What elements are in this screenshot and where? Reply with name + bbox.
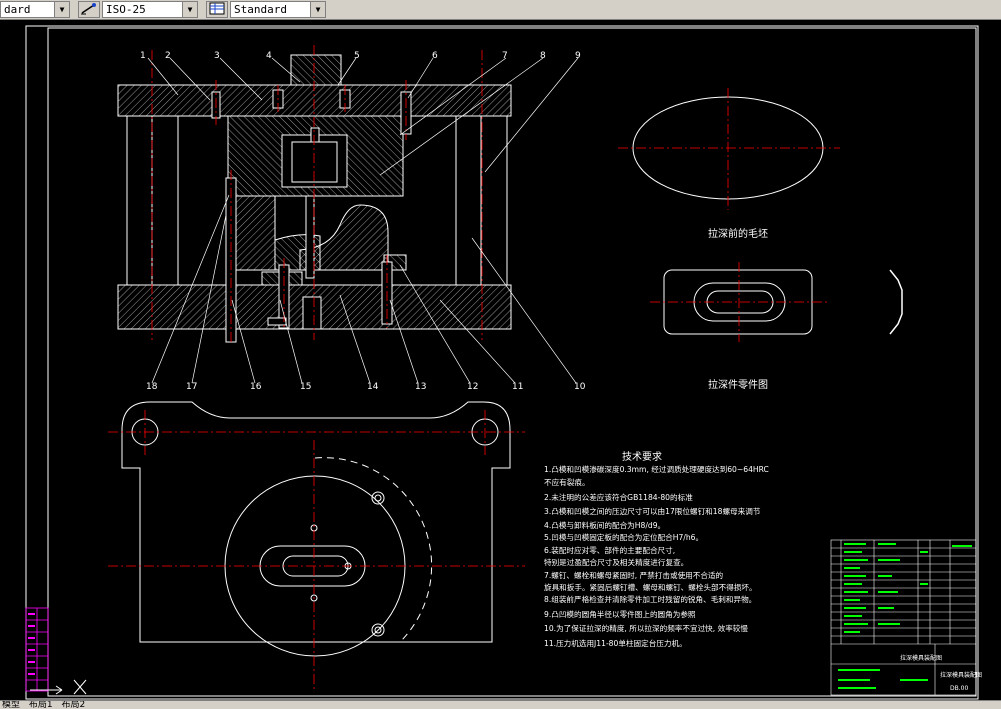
svg-text:17: 17 bbox=[186, 382, 197, 392]
tab-layout2[interactable]: 布局2 bbox=[62, 701, 86, 709]
svg-text:4: 4 bbox=[266, 51, 272, 61]
svg-text:4.凸模与卸料板间的配合为H8/d9。: 4.凸模与卸料板间的配合为H8/d9。 bbox=[544, 520, 665, 530]
ucs-axis-icon bbox=[30, 679, 87, 695]
svg-text:8.组装前严格检查并清除零件加工时残留的锐角、毛刺和异物。: 8.组装前严格检查并清除零件加工时残留的锐角、毛刺和异物。 bbox=[544, 594, 756, 604]
svg-text:2: 2 bbox=[165, 51, 171, 61]
svg-text:1: 1 bbox=[140, 51, 146, 61]
svg-text:1.凸模和凹模渗碳深度0.3mm, 经过调质处理硬度达到60: 1.凸模和凹模渗碳深度0.3mm, 经过调质处理硬度达到60~64HRC bbox=[544, 464, 769, 474]
title-block-drawing-no: DB.00 bbox=[950, 685, 968, 692]
svg-text:10.为了保证拉深的精度, 所以拉深的频率不宜过快, 效率较: 10.为了保证拉深的精度, 所以拉深的频率不宜过快, 效率较慢 bbox=[544, 623, 748, 633]
svg-text:7.螺钉、螺栓和螺母紧固时, 严禁打击或使用不合适的: 7.螺钉、螺栓和螺母紧固时, 严禁打击或使用不合适的 bbox=[544, 570, 724, 580]
dimstyle-combo-value: ISO-25 bbox=[106, 3, 146, 16]
toolbar: dard ▼ ISO-25 ▼ Standard ▼ bbox=[0, 0, 1001, 20]
chevron-down-icon[interactable]: ▼ bbox=[54, 2, 69, 17]
blank-view[interactable] bbox=[618, 88, 840, 210]
svg-text:不应有裂痕。: 不应有裂痕。 bbox=[544, 477, 590, 487]
svg-text:10: 10 bbox=[574, 382, 586, 392]
svg-text:13: 13 bbox=[415, 382, 426, 392]
tab-model[interactable]: 模型 bbox=[2, 701, 20, 709]
svg-text:11: 11 bbox=[512, 382, 523, 392]
blank-label: 拉深前的毛坯 bbox=[708, 227, 768, 240]
layer-combo-value: dard bbox=[4, 3, 31, 16]
tech-requirements: 1.凸模和凹模渗碳深度0.3mm, 经过调质处理硬度达到60~64HRC 不应有… bbox=[544, 464, 769, 648]
part-label: 拉深件零件图 bbox=[708, 378, 768, 391]
svg-text:3: 3 bbox=[214, 51, 220, 61]
textstyle-combo[interactable]: Standard ▼ bbox=[230, 1, 326, 18]
svg-text:15: 15 bbox=[300, 382, 311, 392]
svg-text:18: 18 bbox=[146, 382, 158, 392]
svg-text:9.凸凹模的圆角半径以零件图上的圆角为参照: 9.凸凹模的圆角半径以零件图上的圆角为参照 bbox=[544, 609, 696, 619]
svg-text:14: 14 bbox=[367, 382, 379, 392]
chevron-down-icon[interactable]: ▼ bbox=[182, 2, 197, 17]
svg-text:2.未注明的公差应该符合GB1184-80的标准: 2.未注明的公差应该符合GB1184-80的标准 bbox=[544, 492, 693, 502]
svg-text:16: 16 bbox=[250, 382, 262, 392]
svg-text:12: 12 bbox=[467, 382, 478, 392]
table-style-icon[interactable] bbox=[206, 1, 228, 18]
svg-text:9: 9 bbox=[575, 51, 581, 61]
svg-text:6.装配时应对零、部件的主要配合尺寸,: 6.装配时应对零、部件的主要配合尺寸, bbox=[544, 545, 675, 555]
title-block-company: 拉深模具装配图 bbox=[940, 671, 982, 679]
dimstyle-combo[interactable]: ISO-25 ▼ bbox=[102, 1, 198, 18]
assembly-plan-view[interactable] bbox=[121, 401, 511, 657]
parts-list-entries bbox=[838, 543, 972, 689]
dimension-style-icon[interactable] bbox=[78, 1, 100, 18]
svg-text:5.凹模与凹模固定板的配合为定位配合H7/h6。: 5.凹模与凹模固定板的配合为定位配合H7/h6。 bbox=[544, 532, 703, 542]
drawing-canvas[interactable]: 1 2 3 4 5 6 7 8 9 10 11 12 13 14 15 16 1… bbox=[0, 20, 1001, 700]
plan-centerlines bbox=[108, 410, 525, 690]
chevron-down-icon[interactable]: ▼ bbox=[310, 2, 325, 17]
layout-tabs: 模型 布局1 布局2 bbox=[0, 700, 1001, 709]
title-block-name: 拉深模具装配图 bbox=[900, 654, 942, 662]
svg-text:旋具和扳手。紧固后螺钉槽、螺母和螺钉、螺栓头部不得损坏。: 旋具和扳手。紧固后螺钉槽、螺母和螺钉、螺栓头部不得损坏。 bbox=[544, 582, 757, 592]
tech-requirements-title: 技术要求 bbox=[622, 450, 662, 463]
tab-layout1[interactable]: 布局1 bbox=[29, 701, 53, 709]
textstyle-combo-value: Standard bbox=[234, 3, 287, 16]
svg-text:3.凸模和凹模之间的压边尺寸可以由17限位螺钉和18螺母来调: 3.凸模和凹模之间的压边尺寸可以由17限位螺钉和18螺母来调节 bbox=[544, 506, 761, 516]
assembly-section-view[interactable] bbox=[117, 54, 512, 343]
layer-combo[interactable]: dard ▼ bbox=[0, 1, 70, 18]
svg-text:特别是过盈配合尺寸及相关精度进行复查。: 特别是过盈配合尺寸及相关精度进行复查。 bbox=[544, 557, 688, 567]
svg-text:7: 7 bbox=[502, 51, 508, 61]
svg-text:6: 6 bbox=[432, 51, 438, 61]
svg-text:11.压力机选用J11-80单柱固定台压力机。: 11.压力机选用J11-80单柱固定台压力机。 bbox=[544, 638, 687, 648]
